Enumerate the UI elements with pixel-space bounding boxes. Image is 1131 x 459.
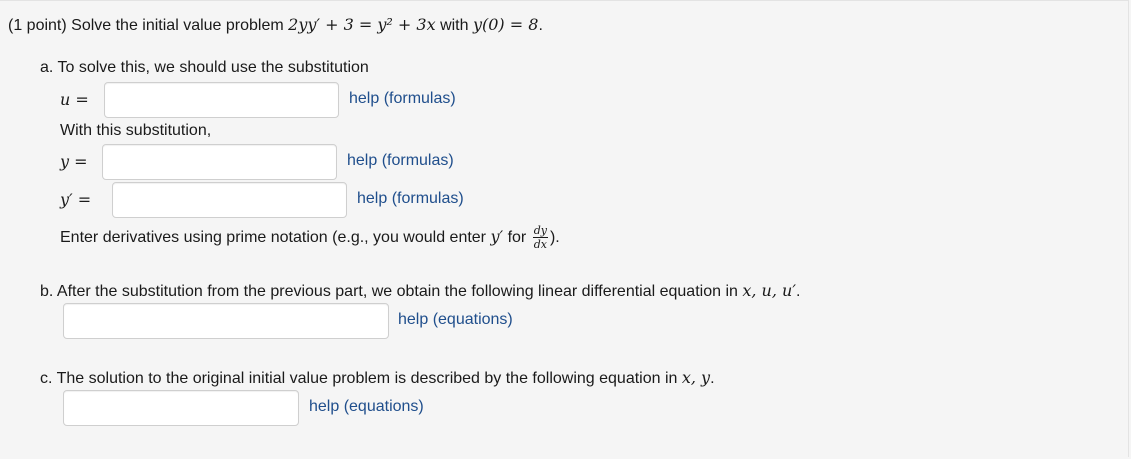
part-c-help-equations-link[interactable]: help (equations)	[309, 398, 424, 416]
part-a-intro: a. To solve this, we should use the subs…	[40, 59, 369, 76]
u-help-formulas-link[interactable]: help (formulas)	[349, 90, 456, 108]
yprime-help-formulas-link[interactable]: help (formulas)	[357, 190, 464, 208]
y-label: y =	[60, 152, 88, 171]
part-b-text: b. After the substitution from the previ…	[40, 281, 801, 300]
u-label: u =	[60, 90, 89, 109]
part-c-input[interactable]	[63, 390, 299, 426]
problem-statement: (1 point) Solve the initial value proble…	[8, 15, 543, 34]
y-help-formulas-link[interactable]: help (formulas)	[347, 152, 454, 170]
part-b-help-equations-link[interactable]: help (equations)	[398, 311, 513, 329]
part-b-input[interactable]	[63, 303, 389, 339]
problem-panel: (1 point) Solve the initial value proble…	[0, 0, 1129, 457]
part-c-text: c. The solution to the original initial …	[40, 368, 715, 387]
yprime-input[interactable]	[112, 182, 347, 218]
u-input[interactable]	[104, 82, 339, 118]
derivative-note: Enter derivatives using prime notation (…	[60, 224, 560, 252]
dy-dx-fraction: dy dx	[532, 224, 548, 252]
with-substitution-text: With this substitution,	[60, 122, 212, 139]
problem-equation: 2yy′ + 3 = y² + 3x	[288, 15, 436, 34]
yprime-label: y′ =	[60, 190, 92, 209]
y-input[interactable]	[102, 144, 337, 180]
initial-condition: y(0) = 8	[472, 15, 539, 34]
